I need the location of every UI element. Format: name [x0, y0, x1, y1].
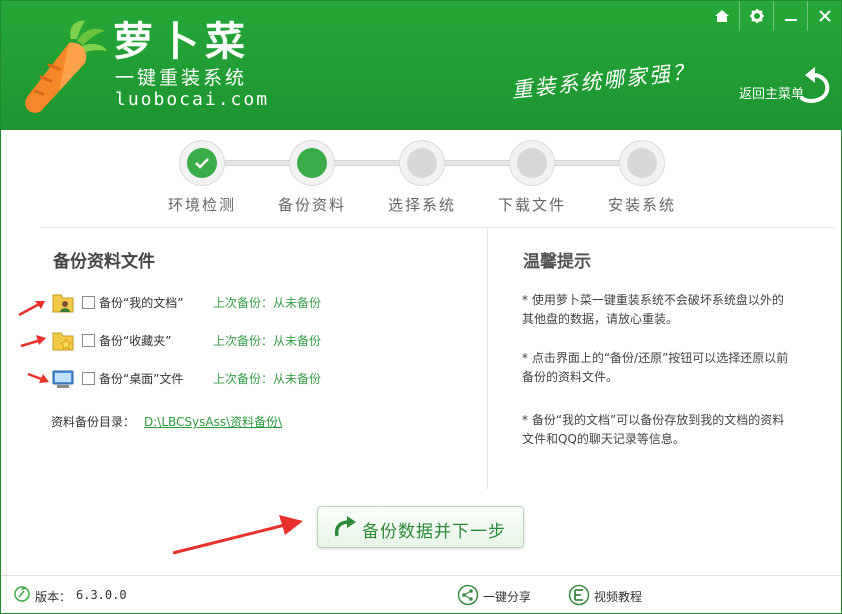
red-arrow-annotation [172, 515, 303, 555]
backup-section-title: 备份资料文件 [53, 252, 155, 272]
next-button-label: 备份数据并下一步 [362, 522, 506, 542]
header-banner: 萝卜菜 一键重装系统 luobocai.com 重装系统哪家强？ 返回主菜单 [1, 1, 841, 130]
brand-subtitle: 一键重装系统 [115, 67, 248, 89]
step-select-system: 选择系统 [377, 140, 467, 215]
backup-item-documents: 备份“我的文档” 上次备份：从未备份 [51, 291, 351, 315]
backup-item-label: 备份“收藏夹” [99, 334, 172, 348]
minimize-icon [784, 19, 797, 21]
red-arrow-annotation [27, 372, 49, 383]
back-to-main-menu-button[interactable]: 返回主菜单 [737, 67, 833, 107]
return-arrow-icon [799, 67, 830, 103]
progress-steps: 环境检测 备份资料 选择系统 下载文件 安装系统 [1, 130, 841, 226]
forward-arrow-icon [334, 516, 356, 537]
step-label: 下载文件 [497, 196, 566, 214]
tutorial-label: 视频教程 [594, 590, 643, 604]
share-label: 一键分享 [483, 590, 532, 604]
backup-directory-link[interactable]: D:\LBCSysAss\资料备份\ [144, 413, 282, 430]
carrot-small-icon [14, 586, 30, 602]
video-tutorial-button[interactable]: 视频教程 [568, 584, 642, 606]
brand-title: 萝卜菜 [113, 19, 251, 65]
footer-bar: 版本： 6.3.0.0 一键分享 视频教程 [1, 575, 841, 613]
documents-folder-icon [52, 294, 74, 313]
settings-button[interactable] [739, 1, 773, 31]
version-number: 6.3.0.0 [76, 588, 127, 602]
last-backup-status: 上次备份：从未备份 [213, 372, 322, 386]
tips-title: 温馨提示 [523, 252, 591, 272]
share-icon [457, 584, 479, 606]
share-button[interactable]: 一键分享 [457, 584, 531, 606]
favorites-folder-icon [52, 332, 74, 351]
step-label: 备份资料 [277, 196, 346, 214]
backup-item-desktop: 备份“桌面”文件 上次备份：从未备份 [51, 367, 351, 391]
step-label: 环境检测 [167, 196, 236, 214]
tip-text: * 点击界面上的“备份/还原”按钮可以选择还原以前备份的资料文件。 [522, 351, 789, 384]
close-icon [818, 10, 831, 22]
slogan: 重装系统哪家强？ [510, 59, 696, 103]
minimize-button[interactable] [773, 1, 807, 31]
panel-divider [487, 227, 488, 489]
brand-url: luobocai.com [115, 89, 270, 110]
step-label: 选择系统 [387, 196, 456, 214]
tutorial-icon [568, 584, 590, 606]
check-icon [195, 158, 209, 169]
red-arrow-annotation [18, 301, 45, 317]
carrot-logo-icon [25, 20, 107, 113]
desktop-icon [52, 370, 74, 388]
backup-desktop-checkbox[interactable] [82, 372, 95, 385]
backup-and-next-button[interactable]: 备份数据并下一步 [317, 506, 524, 548]
step-environment-check: 环境检测 [157, 140, 247, 215]
last-backup-status: 上次备份：从未备份 [213, 296, 322, 310]
backup-item-label: 备份“桌面”文件 [99, 372, 184, 386]
close-button[interactable] [807, 1, 841, 31]
home-icon [715, 10, 729, 22]
backup-directory-label: 资料备份目录： [51, 415, 136, 429]
window-controls [705, 1, 841, 31]
version-label: 版本： [35, 590, 72, 604]
tip-text: * 备份“我的文档”可以备份存放到我的文档的资料文件和QQ的聊天记录等信息。 [522, 413, 785, 446]
last-backup-status: 上次备份：从未备份 [213, 334, 322, 348]
step-install-system: 安装系统 [597, 140, 687, 215]
backup-documents-checkbox[interactable] [82, 296, 95, 309]
backup-item-label: 备份“我的文档” [99, 296, 184, 310]
backup-item-favorites: 备份“收藏夹” 上次备份：从未备份 [51, 329, 351, 353]
step-backup-data: 备份资料 [267, 140, 357, 215]
backup-favorites-checkbox[interactable] [82, 334, 95, 347]
red-arrow-annotation [20, 335, 46, 348]
step-label: 安装系统 [607, 196, 676, 214]
tip-text: * 使用萝卜菜一键重装系统不会破坏系统盘以外的其他盘的数据，请放心重装。 [522, 293, 784, 326]
content-divider [41, 227, 835, 228]
app-window: 萝卜菜 一键重装系统 luobocai.com 重装系统哪家强？ 返回主菜单 环… [0, 0, 842, 614]
home-button[interactable] [705, 1, 739, 31]
step-download-files: 下载文件 [487, 140, 577, 215]
gear-icon [749, 9, 764, 23]
